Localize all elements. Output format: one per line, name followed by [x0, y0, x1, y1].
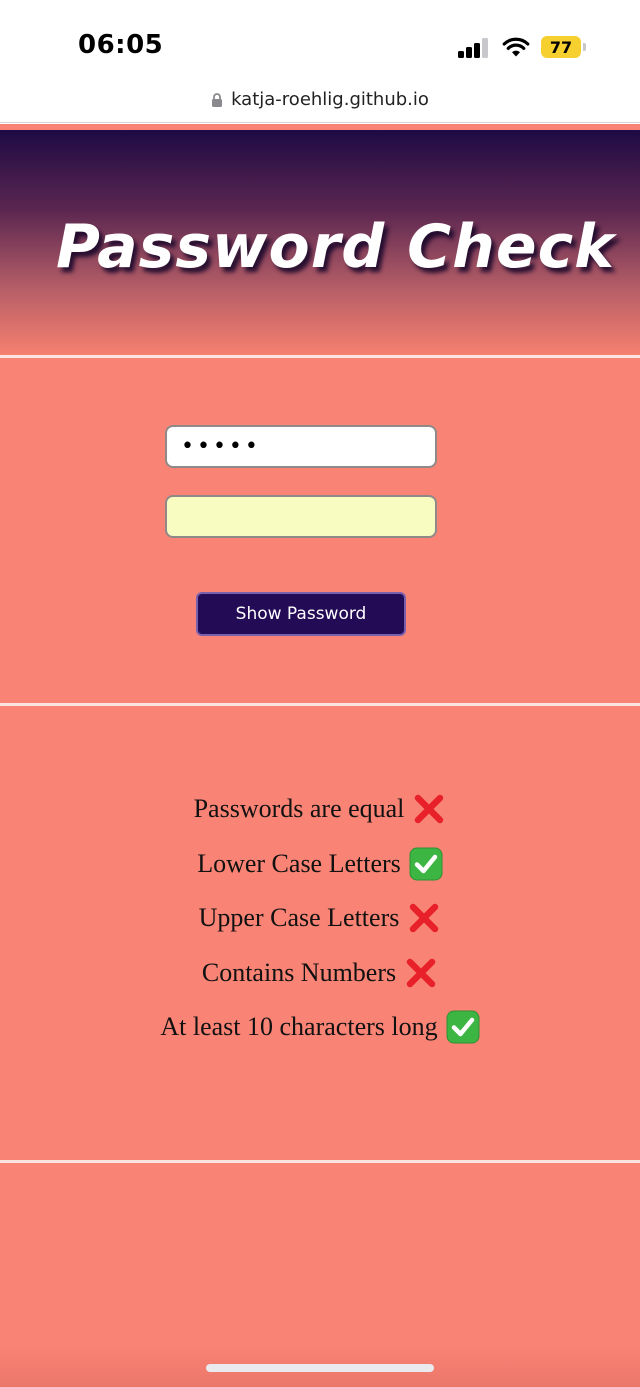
show-password-button[interactable]: Show Password [196, 592, 406, 636]
requirement-label: Contains Numbers [201, 957, 397, 987]
wifi-icon [502, 37, 530, 57]
battery-indicator: 77 [541, 36, 581, 58]
divider [0, 703, 640, 706]
requirement-upper-case: Upper Case Letters [0, 891, 640, 946]
requirement-passwords-equal: Passwords are equal [0, 782, 640, 837]
page-header: Password Check [0, 130, 640, 356]
page-title: Password Check [56, 212, 616, 282]
lock-icon [212, 93, 223, 107]
url-text: katja-roehlig.github.io [231, 88, 429, 110]
requirement-label: Lower Case Letters [197, 848, 401, 878]
requirement-label: Passwords are equal [193, 794, 405, 824]
battery-level: 77 [549, 37, 573, 57]
home-indicator[interactable] [206, 1364, 434, 1372]
cross-mark-icon [404, 956, 438, 990]
requirement-min-length: At least 10 characters long [0, 1000, 640, 1055]
divider [0, 1160, 640, 1163]
cellular-signal-icon [458, 38, 490, 58]
requirement-contains-numbers: Contains Numbers [0, 946, 640, 1001]
requirement-label: Upper Case Letters [198, 903, 400, 933]
password-requirements-list: Passwords are equal Lower Case Letters U… [0, 782, 640, 1055]
confirm-password-input[interactable] [165, 495, 437, 538]
url-divider [0, 122, 640, 123]
password-input[interactable] [165, 425, 437, 468]
divider [0, 355, 640, 358]
battery-cap [583, 43, 586, 51]
cross-mark-icon [412, 792, 446, 826]
requirement-label: At least 10 characters long [160, 1012, 438, 1042]
requirement-lower-case: Lower Case Letters [0, 837, 640, 892]
status-bar: 06:05 77 katja-roehlig.github.io [0, 0, 640, 124]
status-time: 06:05 [78, 30, 164, 60]
check-mark-icon [409, 847, 443, 881]
cross-mark-icon [407, 901, 441, 935]
address-bar[interactable]: katja-roehlig.github.io [0, 86, 640, 112]
check-mark-icon [446, 1010, 480, 1044]
